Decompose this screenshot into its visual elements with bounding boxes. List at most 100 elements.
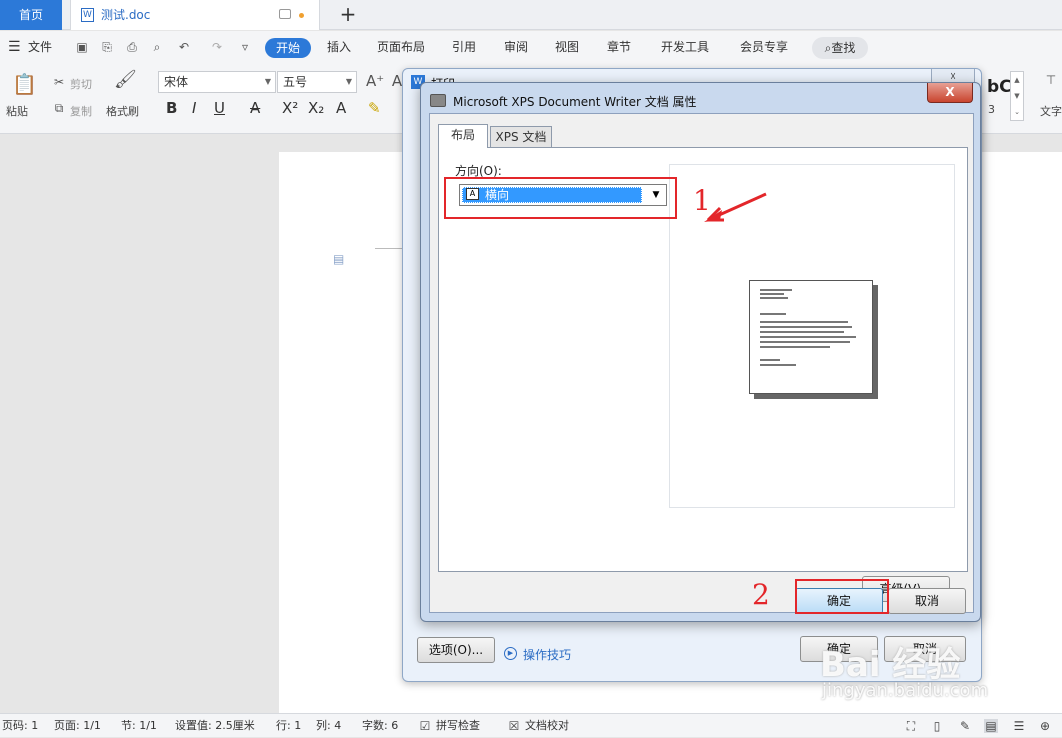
- properties-dialog-title: Microsoft XPS Document Writer 文档 属性: [453, 95, 697, 109]
- status-words[interactable]: 字数: 6: [362, 714, 398, 738]
- printer-properties-dialog: Microsoft XPS Document Writer 文档 属性 X 布局…: [420, 82, 981, 622]
- menu-developer[interactable]: 开发工具: [661, 31, 709, 63]
- search-label: 查找: [831, 41, 856, 55]
- underline-icon[interactable]: U: [214, 99, 225, 117]
- menu-member[interactable]: 会员专享: [740, 31, 788, 63]
- print-icon[interactable]: ⎙: [125, 40, 139, 54]
- bold-icon[interactable]: B: [166, 99, 177, 117]
- play-icon: ▶: [504, 647, 517, 660]
- status-bar: 页码: 1 页面: 1/1 节: 1/1 设置值: 2.5厘米 行: 1 列: …: [0, 713, 1062, 737]
- new-tab-button[interactable]: +: [336, 2, 360, 26]
- cut-button[interactable]: 剪切: [70, 76, 92, 92]
- preview-page: [749, 280, 873, 394]
- status-page: 页面: 1/1: [54, 719, 101, 732]
- tab-xps-document[interactable]: XPS 文档: [490, 126, 552, 148]
- save-icon[interactable]: ▣: [75, 40, 89, 54]
- status-section: 节: 1/1: [121, 719, 157, 732]
- annotation-box-ok: [795, 579, 889, 614]
- font-name-select[interactable]: 宋体 ▼: [158, 71, 276, 93]
- undo-icon[interactable]: ↶: [177, 40, 191, 54]
- format-painter-button[interactable]: 格式刷: [106, 103, 139, 119]
- tips-link[interactable]: 操作技巧: [523, 646, 571, 663]
- size-indicator: 3: [988, 103, 995, 116]
- format-painter-icon[interactable]: 🖌: [114, 71, 137, 93]
- preview-line: [760, 313, 786, 315]
- tab-layout[interactable]: 布局: [438, 124, 488, 148]
- tab-bar: 首页 W 测试.doc +: [0, 0, 1062, 30]
- style-scroll[interactable]: ▲ ▼ ⌄: [1010, 71, 1024, 121]
- properties-cancel-button[interactable]: 取消: [888, 588, 966, 614]
- menu-review[interactable]: 审阅: [504, 31, 528, 63]
- italic-icon[interactable]: I: [192, 99, 196, 117]
- hamburger-icon[interactable]: ☰: [8, 31, 21, 63]
- spell-check-button[interactable]: 拼写检查: [436, 714, 480, 738]
- copy-button[interactable]: 复制: [70, 103, 92, 119]
- paste-icon[interactable]: 📋: [12, 73, 37, 95]
- preview-line: [760, 321, 848, 323]
- annotation-step-2: 2: [752, 578, 770, 611]
- status-row: 行: 1: [276, 719, 302, 732]
- font-name-value: 宋体: [164, 75, 189, 89]
- menu-insert[interactable]: 插入: [327, 31, 351, 63]
- unsaved-dot-icon: [299, 13, 304, 18]
- font-grow-icon[interactable]: A⁺: [366, 74, 384, 89]
- menu-view[interactable]: 视图: [555, 31, 579, 63]
- style-preview[interactable]: bC: [987, 77, 1012, 97]
- print-options-button[interactable]: 选项(O)...: [417, 637, 495, 663]
- page-view-icon[interactable]: ▤: [984, 719, 998, 733]
- export-pdf-icon[interactable]: ⎘: [100, 40, 114, 54]
- proof-icon[interactable]: ☒: [507, 719, 521, 733]
- paragraph-menu-icon[interactable]: ▤: [333, 252, 347, 266]
- menu-file[interactable]: 文件: [28, 31, 52, 63]
- menu-page-layout[interactable]: 页面布局: [377, 31, 425, 63]
- spell-check-icon[interactable]: ☑: [418, 719, 432, 733]
- search-button[interactable]: ⌕查找: [812, 37, 868, 59]
- menu-section[interactable]: 章节: [607, 31, 631, 63]
- scissors-icon[interactable]: ✂: [52, 75, 66, 89]
- baidu-watermark-url: jingyan.baidu.com: [822, 680, 989, 701]
- preview-line: [760, 326, 852, 328]
- web-view-icon[interactable]: ⊕: [1038, 719, 1052, 733]
- text-effect-icon[interactable]: A: [336, 99, 346, 117]
- text-tool-label[interactable]: 文字: [1040, 103, 1062, 119]
- baidu-watermark-brand: Bai 经验: [820, 645, 961, 685]
- margin-marker: [375, 248, 405, 249]
- preview-line: [760, 364, 796, 366]
- subscript-icon[interactable]: X₂: [308, 99, 324, 117]
- customize-dropdown-icon[interactable]: ▿: [238, 40, 252, 54]
- preview-line: [760, 289, 792, 291]
- font-size-select[interactable]: 五号 ▼: [277, 71, 357, 93]
- chevron-down-icon: ▼: [264, 77, 271, 86]
- monitor-icon[interactable]: [279, 9, 291, 19]
- status-col: 列: 4: [316, 719, 342, 732]
- paste-button[interactable]: 粘贴: [6, 103, 28, 119]
- highlight-icon[interactable]: ✎: [368, 99, 381, 117]
- status-page-code[interactable]: 页码: 1: [2, 714, 38, 738]
- menu-references[interactable]: 引用: [452, 31, 476, 63]
- read-mode-icon[interactable]: ▯: [930, 719, 944, 733]
- preview-line: [760, 297, 788, 299]
- copy-icon[interactable]: ⧉: [52, 101, 66, 115]
- proof-button[interactable]: 文档校对: [525, 714, 569, 738]
- chevron-down-icon: ▼: [345, 77, 352, 86]
- word-doc-icon: W: [81, 8, 94, 22]
- annotation-box-orientation: [444, 177, 677, 219]
- pen-icon[interactable]: ✎: [958, 719, 972, 733]
- tab-document[interactable]: W 测试.doc: [70, 0, 320, 30]
- print-preview-icon[interactable]: ⌕: [150, 40, 164, 54]
- text-tool-icon[interactable]: ⊤: [1044, 73, 1058, 87]
- outline-view-icon[interactable]: ☰: [1012, 719, 1026, 733]
- menu-start[interactable]: 开始: [265, 38, 311, 58]
- tab-home[interactable]: 首页: [0, 0, 62, 30]
- strikethrough-icon[interactable]: A: [250, 99, 260, 117]
- superscript-icon[interactable]: X²: [282, 99, 298, 117]
- status-set-value: 设置值: 2.5厘米: [175, 719, 255, 732]
- fullscreen-icon[interactable]: ⛶: [904, 719, 918, 733]
- properties-close-button[interactable]: X: [927, 83, 973, 103]
- printer-icon: [430, 94, 446, 107]
- preview-line: [760, 341, 850, 343]
- preview-line: [760, 331, 844, 333]
- menu-bar: ☰ 文件 ▣ ⎘ ⎙ ⌕ ↶ ↷ ▿ 开始 插入 页面布局 引用 审阅 视图 章…: [0, 31, 1062, 63]
- tab-document-title: 测试.doc: [101, 8, 151, 22]
- redo-icon[interactable]: ↷: [210, 40, 224, 54]
